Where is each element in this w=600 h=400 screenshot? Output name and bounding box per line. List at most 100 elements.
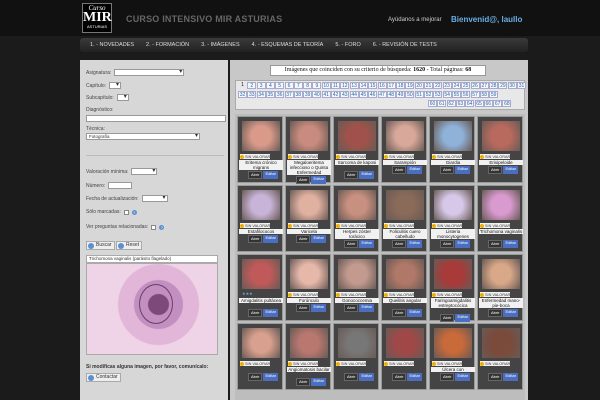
reset-button[interactable]: Reset [116,241,143,250]
page-link[interactable]: 56 [461,91,471,98]
image-card[interactable]: SIN VALORAR Foliculitis cuero cabelludo Ab… [381,185,427,252]
page-link[interactable]: 45 [358,91,368,98]
page-link[interactable]: 15 [368,82,378,89]
image-thumbnail[interactable] [386,328,424,358]
page-link[interactable]: 25 [461,82,471,89]
page-link[interactable]: 51 [414,91,424,98]
page-link[interactable]: 11 [331,82,340,89]
edit-button[interactable]: Editar [503,166,518,174]
edit-button[interactable]: Editar [263,171,278,179]
page-link[interactable]: 53 [433,91,443,98]
edit-button[interactable]: Editar [263,309,278,317]
diagnostico-input[interactable] [86,115,226,122]
edit-button[interactable]: Editar [455,240,470,248]
open-button[interactable]: Abrir [392,373,407,381]
image-card[interactable]: SIN VALORAR Herpes zóster torácico Abrir Ed… [333,185,379,252]
open-button[interactable]: Abrir [488,373,503,381]
page-link[interactable]: 7 [293,82,303,89]
page-link[interactable]: 43 [340,91,350,98]
edit-button[interactable]: Editar [503,309,518,317]
page-link[interactable]: 65 [474,100,484,107]
nav-revision-tests[interactable]: 6. - REVISIÓN DE TESTS [361,38,437,52]
edit-button[interactable]: Editar [503,373,518,381]
nav-formacion[interactable]: 2. - FORMACIÓN [134,38,189,52]
image-card[interactable]: SIN VALORAR Abrir Editar [237,323,283,390]
image-card[interactable]: SIN VALORAR Sarcoma de kaposi Abrir Editar [333,116,379,183]
page-link[interactable]: 47 [377,91,387,98]
image-thumbnail[interactable] [482,190,520,220]
edit-button[interactable]: Editar [359,171,374,179]
page-link[interactable]: 20 [414,82,424,89]
open-button[interactable]: Abrir [296,176,311,184]
open-button[interactable]: Abrir [248,171,263,179]
page-link[interactable]: 57 [470,91,480,98]
image-thumbnail[interactable] [434,121,472,151]
page-link[interactable]: 41 [321,91,331,98]
page-link[interactable]: 31 [517,82,526,89]
page-link[interactable]: 64 [465,100,475,107]
page-link[interactable]: 16 [377,82,387,89]
edit-button[interactable]: Editar [407,166,422,174]
page-link[interactable]: 19 [405,82,415,89]
image-thumbnail[interactable] [434,328,472,358]
edit-button[interactable]: Editar [455,373,470,381]
image-card[interactable]: SIN VALORAR Abrir Editar [381,323,427,390]
image-card[interactable]: SIN VALORAR Abrir Editar [333,323,379,390]
open-button[interactable]: Abrir [488,240,503,248]
image-thumbnail[interactable] [338,190,376,220]
page-link[interactable]: 17 [386,82,396,89]
valoracion-select[interactable] [131,167,158,175]
page-link[interactable]: 42 [331,91,340,98]
edit-button[interactable]: Editar [311,176,326,184]
nav-esquemas[interactable]: 4. - ESQUEMAS DE TEORÍA [240,38,324,52]
open-button[interactable]: Abrir [248,309,263,317]
page-link[interactable]: 63 [455,100,465,107]
open-button[interactable]: Abrir [392,166,407,174]
page-link[interactable]: 59 [489,91,499,98]
asignatura-select[interactable] [114,68,185,76]
image-thumbnail[interactable] [338,259,376,289]
image-card[interactable]: SIN VALORAR Gonococcemia Abrir Editar [333,254,379,321]
preview-image[interactable] [86,263,218,355]
capitulo-select[interactable] [109,81,122,89]
page-link[interactable]: 3 [256,82,266,89]
page-link[interactable]: 58 [479,91,489,98]
image-card[interactable]: SIN VALORAR Úlcera con Abrir Editar [429,323,475,390]
page-link[interactable]: 50 [405,91,415,98]
open-button[interactable]: Abrir [392,309,407,317]
open-button[interactable]: Abrir [296,378,311,386]
image-card[interactable]: SIN VALORAR Trichomona vaginalis Abrir Edit… [477,185,523,252]
page-link[interactable]: 55 [451,91,461,98]
page-link[interactable]: 34 [256,91,266,98]
image-card[interactable]: SIN VALORAR Faringoamigdalitis estreptocó… [429,254,475,322]
search-button[interactable]: Buscar [86,241,115,250]
page-link[interactable]: 23 [442,82,452,89]
image-thumbnail[interactable] [290,259,328,289]
image-thumbnail[interactable] [290,190,328,220]
subcapitulo-select[interactable] [116,93,129,101]
image-card[interactable]: SIN VALORAR Forúnculo Abrir Editar [285,254,331,321]
image-card[interactable]: ★★★ Amigdalitis pultácea Abrir Editar [237,254,283,321]
edit-button[interactable]: Editar [311,378,326,386]
image-thumbnail[interactable] [290,328,328,358]
edit-button[interactable]: Editar [311,235,326,243]
page-link[interactable]: 5 [275,82,285,89]
page-link[interactable]: 54 [442,91,452,98]
edit-button[interactable]: Editar [503,240,518,248]
page-link[interactable]: 22 [433,82,443,89]
open-button[interactable]: Abrir [344,304,359,312]
open-button[interactable]: Abrir [440,240,455,248]
open-button[interactable]: Abrir [296,235,311,243]
site-logo[interactable]: Curso MIR ASTURIAS [82,3,112,33]
page-link[interactable]: 21 [424,82,433,89]
image-card[interactable]: SIN VALORAR Sarampión Abrir Editar [381,116,427,183]
image-card[interactable]: SIN VALORAR Listeria monocytogenes Abrir Ed… [429,185,475,252]
edit-button[interactable]: Editar [407,373,422,381]
page-link[interactable]: 12 [340,82,350,89]
page-link[interactable]: 38 [293,91,303,98]
page-link[interactable]: 61 [437,100,447,107]
image-card[interactable]: SIN VALORAR Angiomatosis bacilar Abrir Edit… [285,323,331,390]
page-link[interactable]: 4 [265,82,275,89]
open-button[interactable]: Abrir [440,314,455,322]
edit-button[interactable]: Editar [359,304,374,312]
